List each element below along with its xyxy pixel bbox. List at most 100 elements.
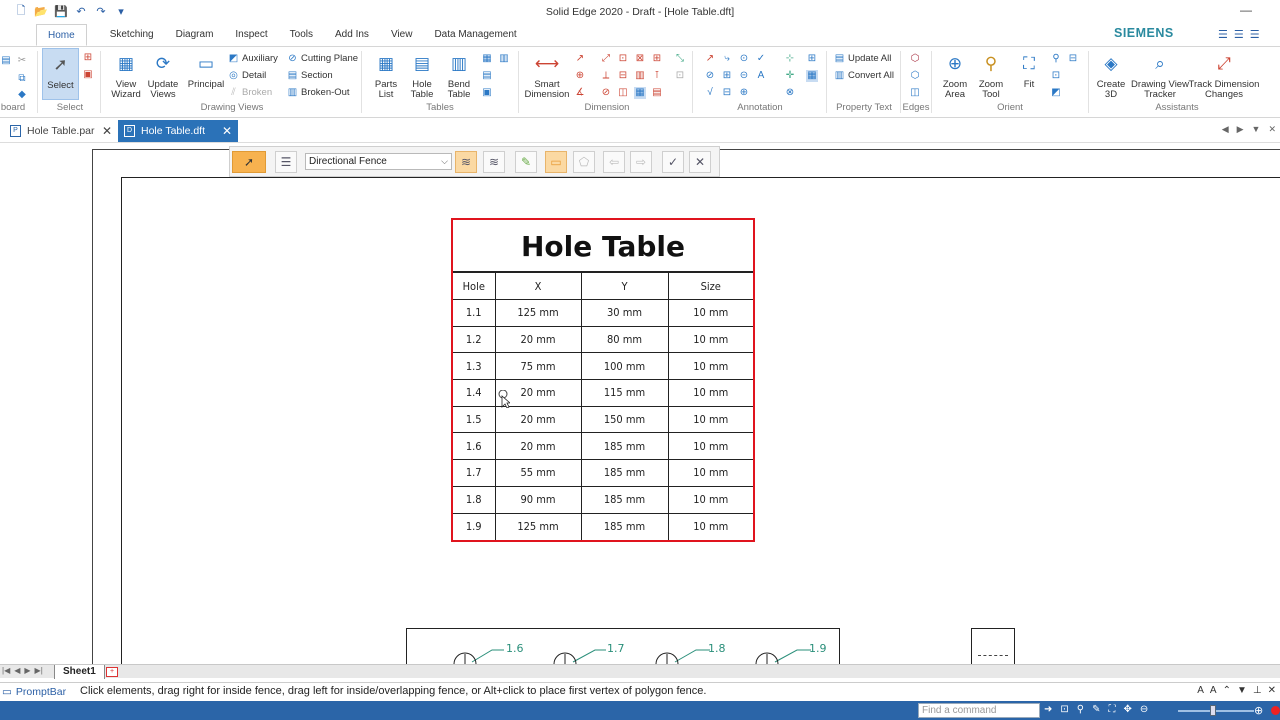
hole-callout-label[interactable]: 1.8 <box>708 642 726 655</box>
surface-texture-icon[interactable]: ✓ <box>755 53 767 65</box>
edge-condition-icon[interactable]: ⊝ <box>738 70 750 82</box>
weld-symbol-icon[interactable]: ⊘ <box>704 70 716 82</box>
pin-icon[interactable]: ⊥ <box>1253 685 1262 696</box>
table-tool-2-icon[interactable]: ▥ <box>498 53 510 65</box>
create-3d-button[interactable]: ◈ Create 3D <box>1092 51 1130 100</box>
smart-dimension-button[interactable]: ⟷ Smart Dimension <box>524 51 570 100</box>
inside-fence-button[interactable]: ≋ <box>455 151 477 173</box>
prev-sheet-icon[interactable]: ◀ <box>14 666 20 675</box>
dimension-tool-1-icon[interactable]: ↗ <box>574 53 586 65</box>
section-button[interactable]: ▤ Section <box>287 70 333 81</box>
sheet-tab[interactable]: Sheet1 <box>54 665 105 679</box>
zoom-area-icon[interactable]: ⊡ <box>1060 704 1068 715</box>
help-icon[interactable]: ☰ <box>1218 28 1228 41</box>
dimension-tool-12-icon[interactable]: ⊘ <box>600 87 612 99</box>
edge-tool-1-icon[interactable]: ⬡ <box>909 53 921 65</box>
zoom-icon[interactable]: ⚲ <box>1077 704 1084 715</box>
fence-rectangle-button[interactable]: ▭ <box>545 151 567 173</box>
dimension-tool-6-icon[interactable]: ⊕ <box>574 70 586 82</box>
tab-inspect[interactable]: Inspect <box>224 24 278 46</box>
table-tool-3-icon[interactable]: ▤ <box>481 70 493 82</box>
zoom-area-button[interactable]: ⊕ Zoom Area <box>937 51 973 100</box>
collapse-icon[interactable]: ⌃ <box>1223 685 1231 696</box>
tab-left-icon[interactable]: ◀ <box>1222 124 1229 135</box>
text-icon[interactable]: A <box>755 70 767 82</box>
tab-view[interactable]: View <box>380 24 424 46</box>
cut-icon[interactable]: ✂ <box>16 55 28 67</box>
copy-icon[interactable]: ⧉ <box>16 73 28 85</box>
minimize-button[interactable]: — <box>1240 3 1252 17</box>
dimension-tool-3-icon[interactable]: ⊡ <box>617 53 629 65</box>
balloon-icon[interactable]: ⤷ <box>721 53 733 65</box>
bolt-hole-circle-icon[interactable]: ⊕ <box>738 87 750 99</box>
tab-list-icon[interactable]: ▼ <box>1252 124 1261 135</box>
tab-sketching[interactable]: Sketching <box>99 24 165 46</box>
tab-add-ins[interactable]: Add Ins <box>324 24 380 46</box>
edge-tool-3-icon[interactable]: ◫ <box>909 87 921 99</box>
track-dimension-changes-button[interactable]: ⤢ Track Dimension Changes <box>1189 51 1260 100</box>
dimension-tool-8-icon[interactable]: ⊟ <box>617 70 629 82</box>
broken-out-button[interactable]: ▥ Broken-Out <box>287 87 350 98</box>
fence-mode-select[interactable]: Directional Fence ⌵ <box>305 153 452 170</box>
record-icon[interactable] <box>1271 706 1280 715</box>
go-arrow-icon[interactable]: ➜ <box>1044 704 1052 715</box>
format-painter-icon[interactable]: ◆ <box>16 89 28 101</box>
dropdown-icon[interactable]: ▼ <box>1237 685 1247 696</box>
cancel-button[interactable]: ✕ <box>689 151 711 173</box>
previous-button[interactable]: ⇦ <box>603 151 625 173</box>
feature-frame-icon[interactable]: √ <box>704 87 716 99</box>
bend-table-button[interactable]: ▥ Bend Table <box>441 51 477 100</box>
convert-all-button[interactable]: ▥ Convert All <box>834 70 894 81</box>
parts-list-button[interactable]: ▦ Parts List <box>368 51 404 100</box>
tab-right-icon[interactable]: ▶ <box>1237 124 1244 135</box>
dimension-tool-15-icon[interactable]: ▤ <box>651 87 663 99</box>
last-sheet-icon[interactable]: ▶| <box>35 666 43 675</box>
text-size-icon[interactable]: A <box>1210 685 1217 696</box>
find-command-input[interactable]: Find a command <box>918 703 1040 718</box>
dimension-tool-2-icon[interactable]: ⤢ <box>600 53 612 65</box>
dimension-tool-13-icon[interactable]: ◫ <box>617 87 629 99</box>
dimension-tool-11-icon[interactable]: ∡ <box>574 87 586 99</box>
dimension-style-1-icon[interactable]: ⤡ <box>674 53 686 65</box>
font-size-icon[interactable]: A <box>1197 685 1204 696</box>
update-all-button[interactable]: ▤ Update All <box>834 53 892 64</box>
drawing-view-tracker-button[interactable]: ⌕ Drawing View Tracker <box>1130 51 1190 100</box>
dimension-tool-5-icon[interactable]: ⊞ <box>651 53 663 65</box>
view-wizard-button[interactable]: ▦ View Wizard <box>106 51 146 100</box>
table-tool-4-icon[interactable]: ▣ <box>481 87 493 99</box>
detail-button[interactable]: ◎ Detail <box>228 70 266 81</box>
cutting-plane-button[interactable]: ⊘ Cutting Plane <box>287 53 358 64</box>
fit-icon[interactable]: ⛶ <box>1109 704 1116 715</box>
tab-diagram[interactable]: Diagram <box>165 24 225 46</box>
select-button[interactable]: ➚ Select <box>42 48 79 100</box>
zoom-icon[interactable]: ⚲ <box>1050 53 1062 65</box>
close-icon[interactable]: ✕ <box>1268 685 1276 696</box>
center-mark-icon[interactable]: ⊹ <box>784 53 796 65</box>
dimension-tool-14-icon[interactable]: ▦ <box>634 87 646 99</box>
pan-icon[interactable]: ✥ <box>1124 704 1132 715</box>
prompt-bar-label[interactable]: ▭ PromptBar <box>2 686 66 698</box>
edge-tool-2-icon[interactable]: ⬡ <box>909 70 921 82</box>
zoom-in-icon[interactable]: ⊕ <box>1254 704 1263 717</box>
view-options-icon[interactable]: ◩ <box>1050 87 1062 99</box>
datum-frame-icon[interactable]: ⊞ <box>721 70 733 82</box>
hole-callout-label[interactable]: 1.9 <box>809 642 827 655</box>
dimension-tool-4-icon[interactable]: ⊠ <box>634 53 646 65</box>
doc-tab-part[interactable]: P Hole Table.par ✕ <box>4 120 118 142</box>
datum-target-icon[interactable]: ⊟ <box>721 87 733 99</box>
overlap-fence-button[interactable]: ≋ <box>483 151 505 173</box>
tab-tools[interactable]: Tools <box>279 24 324 46</box>
fit-button[interactable]: ⛶ Fit <box>1011 51 1047 90</box>
zoom-slider-thumb[interactable] <box>1210 705 1216 716</box>
zoom-tool-button[interactable]: ⚲ Zoom Tool <box>973 51 1009 100</box>
connector-icon[interactable]: ⊗ <box>784 87 796 99</box>
paste-icon[interactable]: ▤ <box>0 55 12 67</box>
update-views-button[interactable]: ⟳ Update Views <box>144 51 182 100</box>
dimension-tool-9-icon[interactable]: ▥ <box>634 70 646 82</box>
select-filter-button[interactable]: ✎ <box>515 151 537 173</box>
select-tool-icon[interactable]: ⊞ <box>82 52 94 64</box>
table-tool-1-icon[interactable]: ▦ <box>481 53 493 65</box>
dimension-tool-7-icon[interactable]: ⟂ <box>600 70 612 82</box>
dimension-tool-10-icon[interactable]: ⊺ <box>651 70 663 82</box>
accept-button[interactable]: ✓ <box>662 151 684 173</box>
